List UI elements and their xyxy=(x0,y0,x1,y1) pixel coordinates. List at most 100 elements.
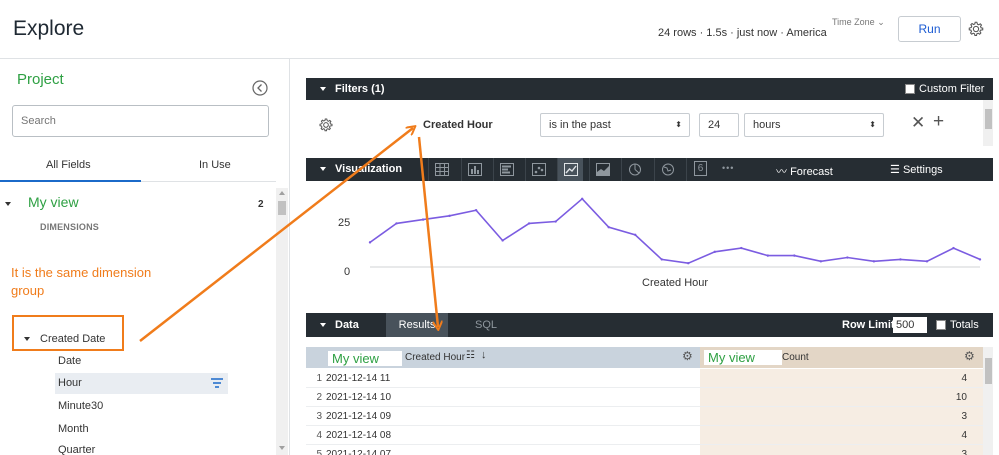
data-point[interactable] xyxy=(687,262,690,265)
line-chart[interactable] xyxy=(360,190,985,280)
data-point[interactable] xyxy=(474,208,478,212)
data-point[interactable] xyxy=(978,258,982,261)
filter-icon[interactable] xyxy=(211,378,223,388)
created-hour-cell[interactable]: 2021-12-14 10 xyxy=(326,392,700,403)
gear-icon[interactable] xyxy=(967,20,985,38)
dimension-group-created-date[interactable]: Created Date xyxy=(40,333,105,345)
column-gear-icon[interactable]: ⚙ xyxy=(964,349,975,363)
data-point[interactable] xyxy=(793,254,796,257)
viz-area-icon[interactable] xyxy=(589,158,615,181)
caret-down-icon[interactable] xyxy=(5,202,11,206)
sidebar-scrollbar[interactable] xyxy=(276,188,288,455)
data-point[interactable] xyxy=(740,246,743,250)
table-row[interactable]: 1 2021-12-14 11 4 xyxy=(306,369,983,388)
data-point[interactable] xyxy=(713,250,716,254)
filter-unit-value: hours xyxy=(753,119,781,131)
add-filter-plus-icon[interactable]: + xyxy=(933,111,944,133)
remove-filter-close-icon[interactable]: ✕ xyxy=(911,113,925,133)
count-cell[interactable]: 10 xyxy=(956,392,967,403)
data-point[interactable] xyxy=(554,220,557,223)
series-line[interactable] xyxy=(369,197,981,265)
run-button[interactable]: Run xyxy=(898,16,961,42)
filters-scroll-thumb[interactable] xyxy=(985,109,992,129)
search-input[interactable] xyxy=(12,105,269,137)
data-point[interactable] xyxy=(872,260,876,263)
data-point[interactable] xyxy=(634,233,637,236)
data-point[interactable] xyxy=(421,218,425,221)
filters-header[interactable]: Filters (1) Custom Filter xyxy=(306,78,993,100)
table-row[interactable]: 5 2021-12-14 07 3 xyxy=(306,445,983,455)
filter-operator-value: is in the past xyxy=(549,119,611,131)
data-point[interactable] xyxy=(846,256,849,259)
created-hour-cell[interactable]: 2021-12-14 07 xyxy=(326,449,700,455)
viz-table-icon[interactable] xyxy=(428,158,454,181)
data-point[interactable] xyxy=(925,260,929,263)
viz-pie-icon[interactable] xyxy=(621,158,647,181)
data-point[interactable] xyxy=(527,222,531,225)
table-row[interactable]: 4 2021-12-14 08 4 xyxy=(306,426,983,445)
data-point[interactable] xyxy=(368,241,372,244)
count-cell[interactable]: 3 xyxy=(961,449,967,455)
data-point[interactable] xyxy=(766,254,770,257)
view-name[interactable]: My view xyxy=(28,194,79,210)
forecast-button[interactable]: 〰 Forecast xyxy=(776,163,833,179)
column-gear-icon[interactable]: ⚙ xyxy=(682,349,693,363)
viz-bar-icon[interactable] xyxy=(493,158,519,181)
viz-line-icon[interactable] xyxy=(557,158,583,181)
created-hour-cell[interactable]: 2021-12-14 09 xyxy=(326,411,700,422)
viz-more-icon[interactable]: ••• xyxy=(722,163,734,173)
data-point[interactable] xyxy=(395,222,398,225)
caret-down-icon xyxy=(320,323,326,327)
data-point[interactable] xyxy=(607,226,610,229)
collapse-panel-icon[interactable] xyxy=(252,80,268,96)
dimensions-heading: DIMENSIONS xyxy=(40,222,100,232)
count-cell[interactable]: 4 xyxy=(961,373,967,384)
data-point[interactable] xyxy=(952,246,955,250)
timezone-label: Time Zone xyxy=(832,17,875,27)
totals-checkbox[interactable] xyxy=(936,320,946,330)
count-cell[interactable]: 3 xyxy=(961,411,967,422)
caret-down-icon[interactable] xyxy=(24,337,30,341)
table-row[interactable]: 2 2021-12-14 10 10 xyxy=(306,388,983,407)
data-point[interactable] xyxy=(448,214,451,218)
pivot-icon[interactable]: ☷ xyxy=(466,350,475,361)
tab-all-fields[interactable]: All Fields xyxy=(46,159,91,171)
gear-icon[interactable] xyxy=(318,117,334,133)
created-hour-cell[interactable]: 2021-12-14 11 xyxy=(326,373,700,384)
data-point[interactable] xyxy=(899,258,902,261)
scroll-up-icon[interactable] xyxy=(279,191,285,195)
scroll-down-icon[interactable] xyxy=(279,446,285,450)
data-point[interactable] xyxy=(501,239,504,242)
sidebar-scroll-thumb[interactable] xyxy=(278,201,286,215)
custom-filter-checkbox[interactable] xyxy=(905,84,915,94)
tab-in-use[interactable]: In Use xyxy=(199,159,231,171)
table-row[interactable]: 3 2021-12-14 09 3 xyxy=(306,407,983,426)
dimension-column-header[interactable]: My view Created Hour ☷ ↓ ⚙ xyxy=(306,347,700,368)
data-scroll-thumb[interactable] xyxy=(985,358,992,384)
created-hour-cell[interactable]: 2021-12-14 08 xyxy=(326,430,700,441)
row-number: 4 xyxy=(316,430,322,441)
row-limit-input[interactable]: 500 xyxy=(893,317,927,333)
timezone-dropdown[interactable]: Time Zone ⌄ xyxy=(832,17,885,28)
viz-map-icon[interactable] xyxy=(654,158,680,181)
data-point[interactable] xyxy=(660,258,663,261)
sort-desc-icon[interactable]: ↓ xyxy=(481,349,487,361)
viz-settings-button[interactable]: ☰ Settings xyxy=(890,163,943,176)
tab-results[interactable]: Results xyxy=(386,313,448,337)
viz-single-value-icon[interactable]: 6 xyxy=(686,158,712,181)
data-point[interactable] xyxy=(580,197,584,200)
field-item-hour[interactable]: Hour xyxy=(58,377,82,389)
measure-column-header[interactable]: My view Count ⚙ xyxy=(700,347,983,368)
data-point[interactable] xyxy=(819,260,823,263)
tab-sql[interactable]: SQL xyxy=(475,319,497,331)
field-item-date[interactable]: Date xyxy=(58,355,81,367)
filter-value-input[interactable]: 24 xyxy=(699,113,739,137)
dimension-column-name: Created Hour xyxy=(405,352,466,363)
viz-scatter-icon[interactable] xyxy=(525,158,551,181)
viz-column-icon[interactable] xyxy=(461,158,487,181)
filter-unit-select[interactable]: hours ⬍ xyxy=(744,113,884,137)
filter-operator-select[interactable]: is in the past ⬍ xyxy=(540,113,690,137)
count-cell[interactable]: 4 xyxy=(961,430,967,441)
field-item-minute30[interactable]: Minute30 xyxy=(58,400,103,412)
field-item-month[interactable]: Month xyxy=(58,423,89,435)
